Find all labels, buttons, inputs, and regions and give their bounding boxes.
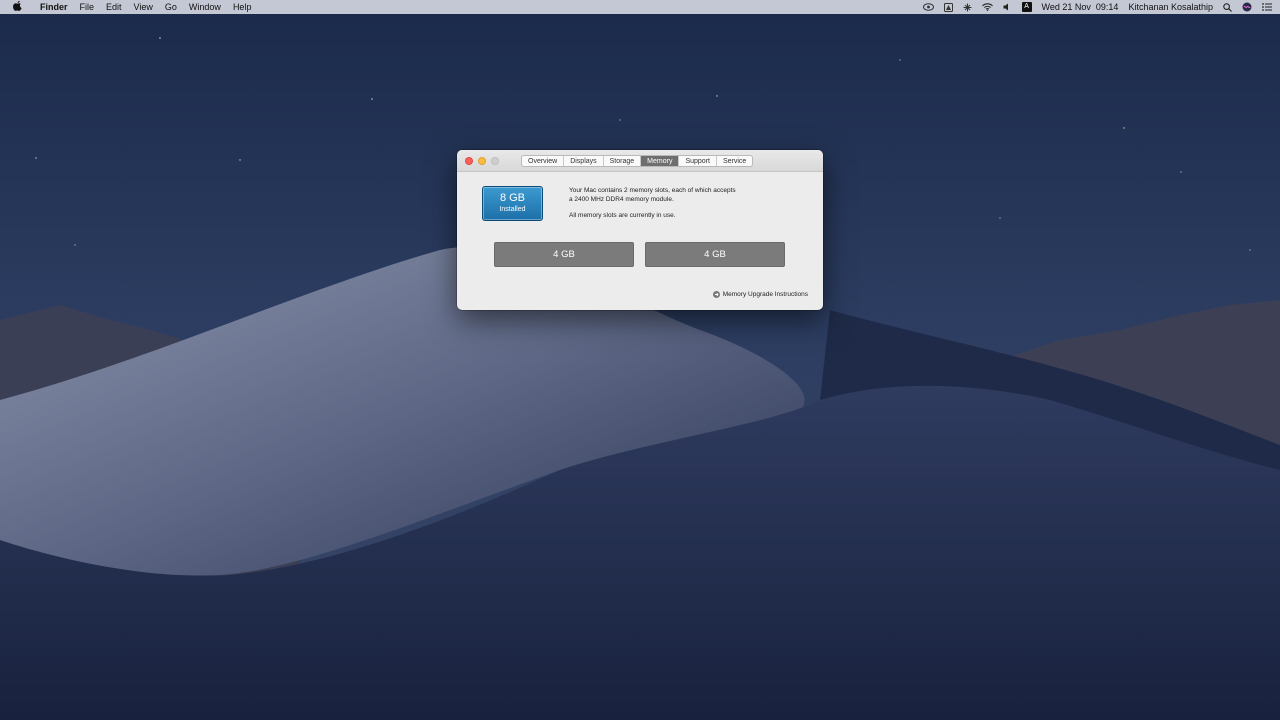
user-name[interactable]: Kitchanan Kosalathip <box>1123 0 1218 14</box>
tab-memory[interactable]: Memory <box>641 156 680 166</box>
wifi-icon[interactable] <box>977 3 998 11</box>
memory-info-text: Your Mac contains 2 memory slots, each o… <box>569 186 789 220</box>
desktop-wallpaper <box>0 0 1280 720</box>
window-titlebar[interactable]: Overview Displays Storage Memory Support… <box>457 150 823 172</box>
clock[interactable]: Wed 21 Nov 09:14 <box>1037 0 1124 14</box>
installed-memory-badge: 8 GB Installed <box>482 186 543 221</box>
menu-window[interactable]: Window <box>183 0 227 14</box>
tab-service[interactable]: Service <box>717 156 752 166</box>
zoom-button <box>491 157 499 165</box>
siri-icon[interactable] <box>1237 2 1257 12</box>
volume-icon[interactable] <box>998 3 1017 11</box>
close-button[interactable] <box>465 157 473 165</box>
tab-overview[interactable]: Overview <box>522 156 565 166</box>
installed-memory-size: 8 GB <box>499 192 526 204</box>
memory-upgrade-link-label: Memory Upgrade Instructions <box>722 291 808 298</box>
input-source-label: A <box>1021 2 1032 12</box>
memory-info-line-2: a 2400 MHz DDR4 memory module. <box>569 196 674 203</box>
tab-bar: Overview Displays Storage Memory Support… <box>521 155 754 167</box>
memory-upgrade-instructions-link[interactable]: Memory Upgrade Instructions <box>712 291 808 298</box>
about-this-mac-window: Overview Displays Storage Memory Support… <box>457 150 823 310</box>
vpn-icon[interactable] <box>958 3 977 12</box>
menu-view[interactable]: View <box>128 0 159 14</box>
notification-center-icon[interactable] <box>1257 3 1280 11</box>
apple-menu-icon[interactable] <box>0 0 34 14</box>
memory-slot-2: 4 GB <box>645 242 785 267</box>
app-menu-finder[interactable]: Finder <box>34 0 74 14</box>
tab-displays[interactable]: Displays <box>564 156 604 166</box>
memory-slot-1: 4 GB <box>494 242 634 267</box>
menu-file[interactable]: File <box>74 0 101 14</box>
menu-help[interactable]: Help <box>227 0 258 14</box>
menu-go[interactable]: Go <box>159 0 183 14</box>
tab-support[interactable]: Support <box>679 156 717 166</box>
memory-info-line-3: All memory slots are currently in use. <box>569 212 676 219</box>
spotlight-search-icon[interactable] <box>1218 2 1237 12</box>
installed-memory-label: Installed <box>499 206 526 213</box>
drive-icon[interactable] <box>939 2 958 12</box>
input-source-icon[interactable]: A <box>1017 2 1037 12</box>
menu-bar: Finder File Edit View Go Window Help A W… <box>0 0 1280 14</box>
memory-info-line-1: Your Mac contains 2 memory slots, each o… <box>569 187 736 194</box>
arrow-right-circle-icon <box>712 291 720 298</box>
creative-cloud-icon[interactable] <box>918 3 939 11</box>
minimize-button[interactable] <box>478 157 486 165</box>
tab-storage[interactable]: Storage <box>604 156 642 166</box>
menu-edit[interactable]: Edit <box>100 0 128 14</box>
memory-panel: 8 GB Installed Your Mac contains 2 memor… <box>457 172 823 310</box>
